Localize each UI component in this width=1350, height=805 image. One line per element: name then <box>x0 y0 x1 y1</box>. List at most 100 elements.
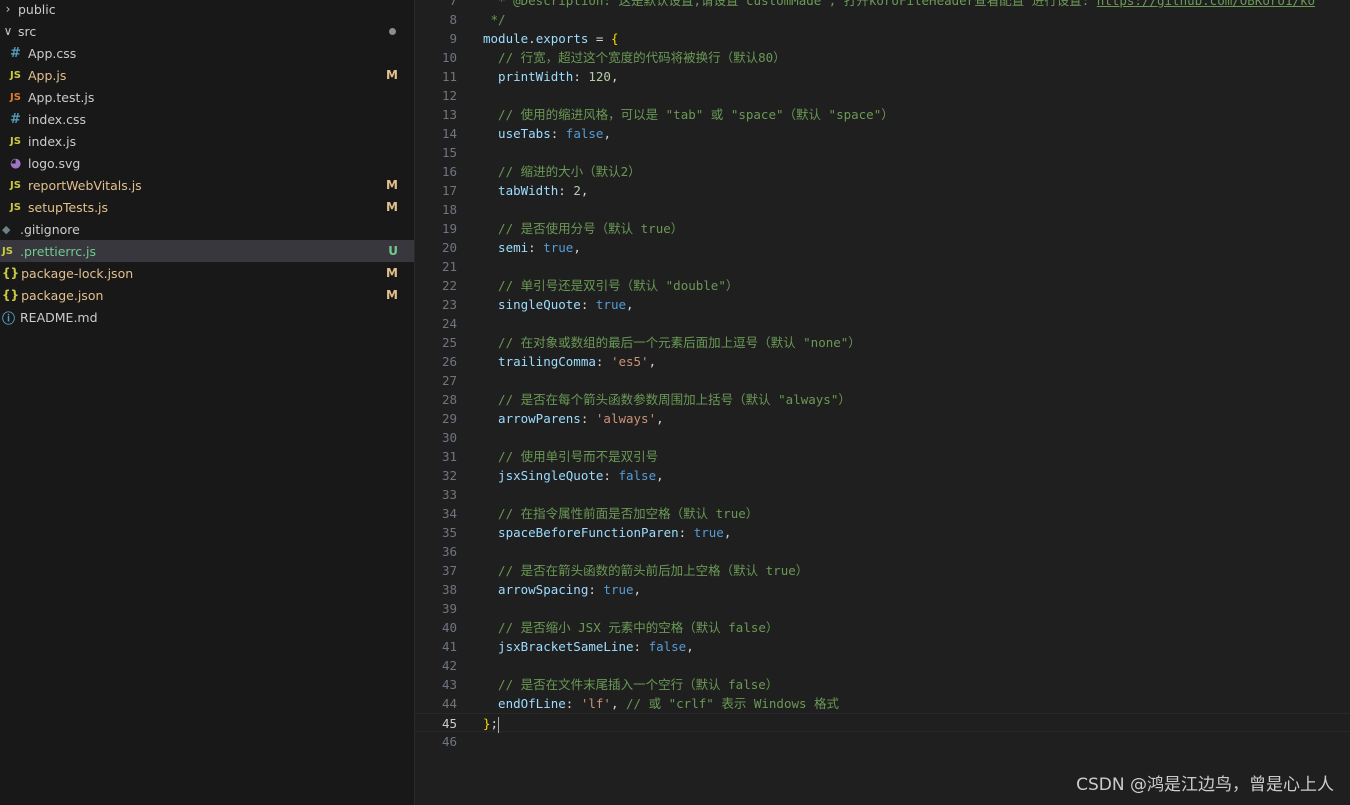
code-line[interactable]: 16 // 缩进的大小（默认2） <box>415 162 1350 181</box>
file-name-label: public <box>18 1 56 17</box>
file-.gitignore[interactable]: ◆ .gitignore <box>0 218 414 240</box>
code-line[interactable]: 46 <box>415 732 1350 751</box>
file-package-lock.json[interactable]: {} package-lock.json M <box>0 262 414 284</box>
code-line[interactable]: 17 tabWidth: 2, <box>415 181 1350 200</box>
line-number: 35 <box>441 525 457 540</box>
code-line[interactable]: 33 <box>415 485 1350 504</box>
code-line[interactable]: 14 useTabs: false, <box>415 124 1350 143</box>
code-line[interactable]: 38 arrowSpacing: true, <box>415 580 1350 599</box>
line-number: 30 <box>441 430 457 445</box>
code-text: useTabs: false, <box>483 124 611 143</box>
token-punct: : <box>580 411 596 426</box>
file-index.css[interactable]: # index.css <box>0 108 414 130</box>
token-comment: // 是否在每个箭头函数参数周围加上括号（默认 "always"） <box>483 392 851 407</box>
code-text: // 单引号还是双引号（默认 "double"） <box>483 276 738 295</box>
token-punct: , <box>723 525 732 540</box>
file-reportWebVitals.js[interactable]: JS reportWebVitals.js M <box>0 174 414 196</box>
code-line[interactable]: 11 printWidth: 120, <box>415 67 1350 86</box>
token-prop: trailingComma <box>483 354 596 369</box>
javascript-file-icon: JS <box>10 69 21 81</box>
file-setupTests.js[interactable]: JS setupTests.js M <box>0 196 414 218</box>
file-name-label: App.test.js <box>28 89 95 105</box>
token-prop: singleQuote <box>483 297 581 312</box>
file-logo.svg[interactable]: ◕ logo.svg <box>0 152 414 174</box>
code-line[interactable]: 34 // 在指令属性前面是否加空格（默认 true） <box>415 504 1350 523</box>
line-number: 40 <box>441 620 457 635</box>
code-line[interactable]: 27 <box>415 371 1350 390</box>
code-line[interactable]: 40 // 是否缩小 JSX 元素中的空格（默认 false） <box>415 618 1350 637</box>
code-line[interactable]: 25 // 在对象或数组的最后一个元素后面加上逗号（默认 "none"） <box>415 333 1350 352</box>
folder-public[interactable]: › public <box>0 0 414 20</box>
code-line[interactable]: 22 // 单引号还是双引号（默认 "double"） <box>415 276 1350 295</box>
code-line[interactable]: 15 <box>415 143 1350 162</box>
code-line[interactable]: 19 // 是否使用分号（默认 true） <box>415 219 1350 238</box>
file-name-label: .prettierrc.js <box>20 243 97 259</box>
text-cursor <box>498 716 500 733</box>
token-prop: jsxBracketSameLine <box>483 639 634 654</box>
info-icon: ⓘ <box>2 311 16 327</box>
token-comment: // 是否使用分号（默认 true） <box>483 221 684 236</box>
code-line[interactable]: 13 // 使用的缩进风格，可以是 "tab" 或 "space"（默认 "sp… <box>415 105 1350 124</box>
code-line[interactable]: 42 <box>415 656 1350 675</box>
token-comment: // 行宽，超过这个宽度的代码将被换行（默认80） <box>483 50 786 65</box>
token-comment: // 缩进的大小（默认2） <box>483 164 641 179</box>
code-line[interactable]: 31 // 使用单引号而不是双引号 <box>415 447 1350 466</box>
file-App.js[interactable]: JS App.js M <box>0 64 414 86</box>
code-line[interactable]: 37 // 是否在箭头函数的箭头前后加上空格（默认 true） <box>415 561 1350 580</box>
code-line[interactable]: 26 trailingComma: 'es5', <box>415 352 1350 371</box>
file-index.js[interactable]: JS index.js <box>0 130 414 152</box>
code-line[interactable]: 7 * @Description: 这是默认设置,请设置 customMade … <box>415 0 1350 10</box>
watermark: CSDN @鸿是江边鸟，曾是心上人 <box>1076 775 1334 795</box>
code-line[interactable]: 39 <box>415 599 1350 618</box>
code-line[interactable]: 44 endOfLine: 'lf', // 或 "crlf" 表示 Windo… <box>415 694 1350 713</box>
code-line[interactable]: 28 // 是否在每个箭头函数参数周围加上括号（默认 "always"） <box>415 390 1350 409</box>
token-prop: spaceBeforeFunctionParen <box>483 525 679 540</box>
line-number: 21 <box>441 259 457 274</box>
code-editor[interactable]: 7 * @Description: 这是默认设置,请设置 customMade … <box>415 0 1350 805</box>
git-status-badge: M <box>386 200 398 214</box>
code-line[interactable]: 10 // 行宽，超过这个宽度的代码将被换行（默认80） <box>415 48 1350 67</box>
file-App.css[interactable]: # App.css <box>0 42 414 64</box>
code-line[interactable]: 30 <box>415 428 1350 447</box>
token-punct: , <box>686 639 694 654</box>
code-text: spaceBeforeFunctionParen: true, <box>483 523 731 542</box>
token-punct: , <box>626 297 634 312</box>
code-line[interactable]: 18 <box>415 200 1350 219</box>
code-line[interactable]: 35 spaceBeforeFunctionParen: true, <box>415 523 1350 542</box>
folder-src[interactable]: ∨ src <box>0 20 414 42</box>
line-number: 9 <box>449 31 457 46</box>
code-text: semi: true, <box>483 238 581 257</box>
code-line[interactable]: 9 module.exports = { <box>415 29 1350 48</box>
code-line[interactable]: 8 */ <box>415 10 1350 29</box>
code-line[interactable]: 36 <box>415 542 1350 561</box>
token-punct: , <box>610 69 619 84</box>
token-comment: // 在对象或数组的最后一个元素后面加上逗号（默认 "none"） <box>483 335 861 350</box>
file-README.md[interactable]: ⓘ README.md <box>0 306 414 328</box>
css-file-icon: # <box>10 45 21 61</box>
javascript-file-icon: JS <box>10 179 21 191</box>
file-package.json[interactable]: {} package.json M <box>0 284 414 306</box>
line-number: 23 <box>441 297 457 312</box>
file-.prettierrc.js[interactable]: JS .prettierrc.js U <box>0 240 414 262</box>
code-line[interactable]: 32 jsxSingleQuote: false, <box>415 466 1350 485</box>
code-text: printWidth: 120, <box>483 67 618 86</box>
code-line[interactable]: 45}; <box>415 713 1350 733</box>
code-line[interactable]: 41 jsxBracketSameLine: false, <box>415 637 1350 656</box>
token-comment: // 使用的缩进风格，可以是 "tab" 或 "space"（默认 "space… <box>483 107 894 122</box>
token-brace: { <box>610 31 619 46</box>
code-line[interactable]: 23 singleQuote: true, <box>415 295 1350 314</box>
file-App.test.js[interactable]: JS App.test.js <box>0 86 414 108</box>
vscode-window: › public ∨ src # App.css JS App.js M JS App.test.j… <box>0 0 1350 805</box>
chevron-down-icon: ∨ <box>3 24 13 38</box>
code-line[interactable]: 12 <box>415 86 1350 105</box>
code-text: arrowParens: 'always', <box>483 409 664 428</box>
token-num: 2 <box>573 183 581 198</box>
code-line[interactable]: 29 arrowParens: 'always', <box>415 409 1350 428</box>
line-number: 17 <box>441 183 457 198</box>
code-line[interactable]: 21 <box>415 257 1350 276</box>
code-line[interactable]: 20 semi: true, <box>415 238 1350 257</box>
explorer-sidebar: › public ∨ src # App.css JS App.js M JS App.test.j… <box>0 0 415 805</box>
code-line[interactable]: 24 <box>415 314 1350 333</box>
code-text: module.exports = { <box>483 29 618 48</box>
code-line[interactable]: 43 // 是否在文件末尾插入一个空行（默认 false） <box>415 675 1350 694</box>
